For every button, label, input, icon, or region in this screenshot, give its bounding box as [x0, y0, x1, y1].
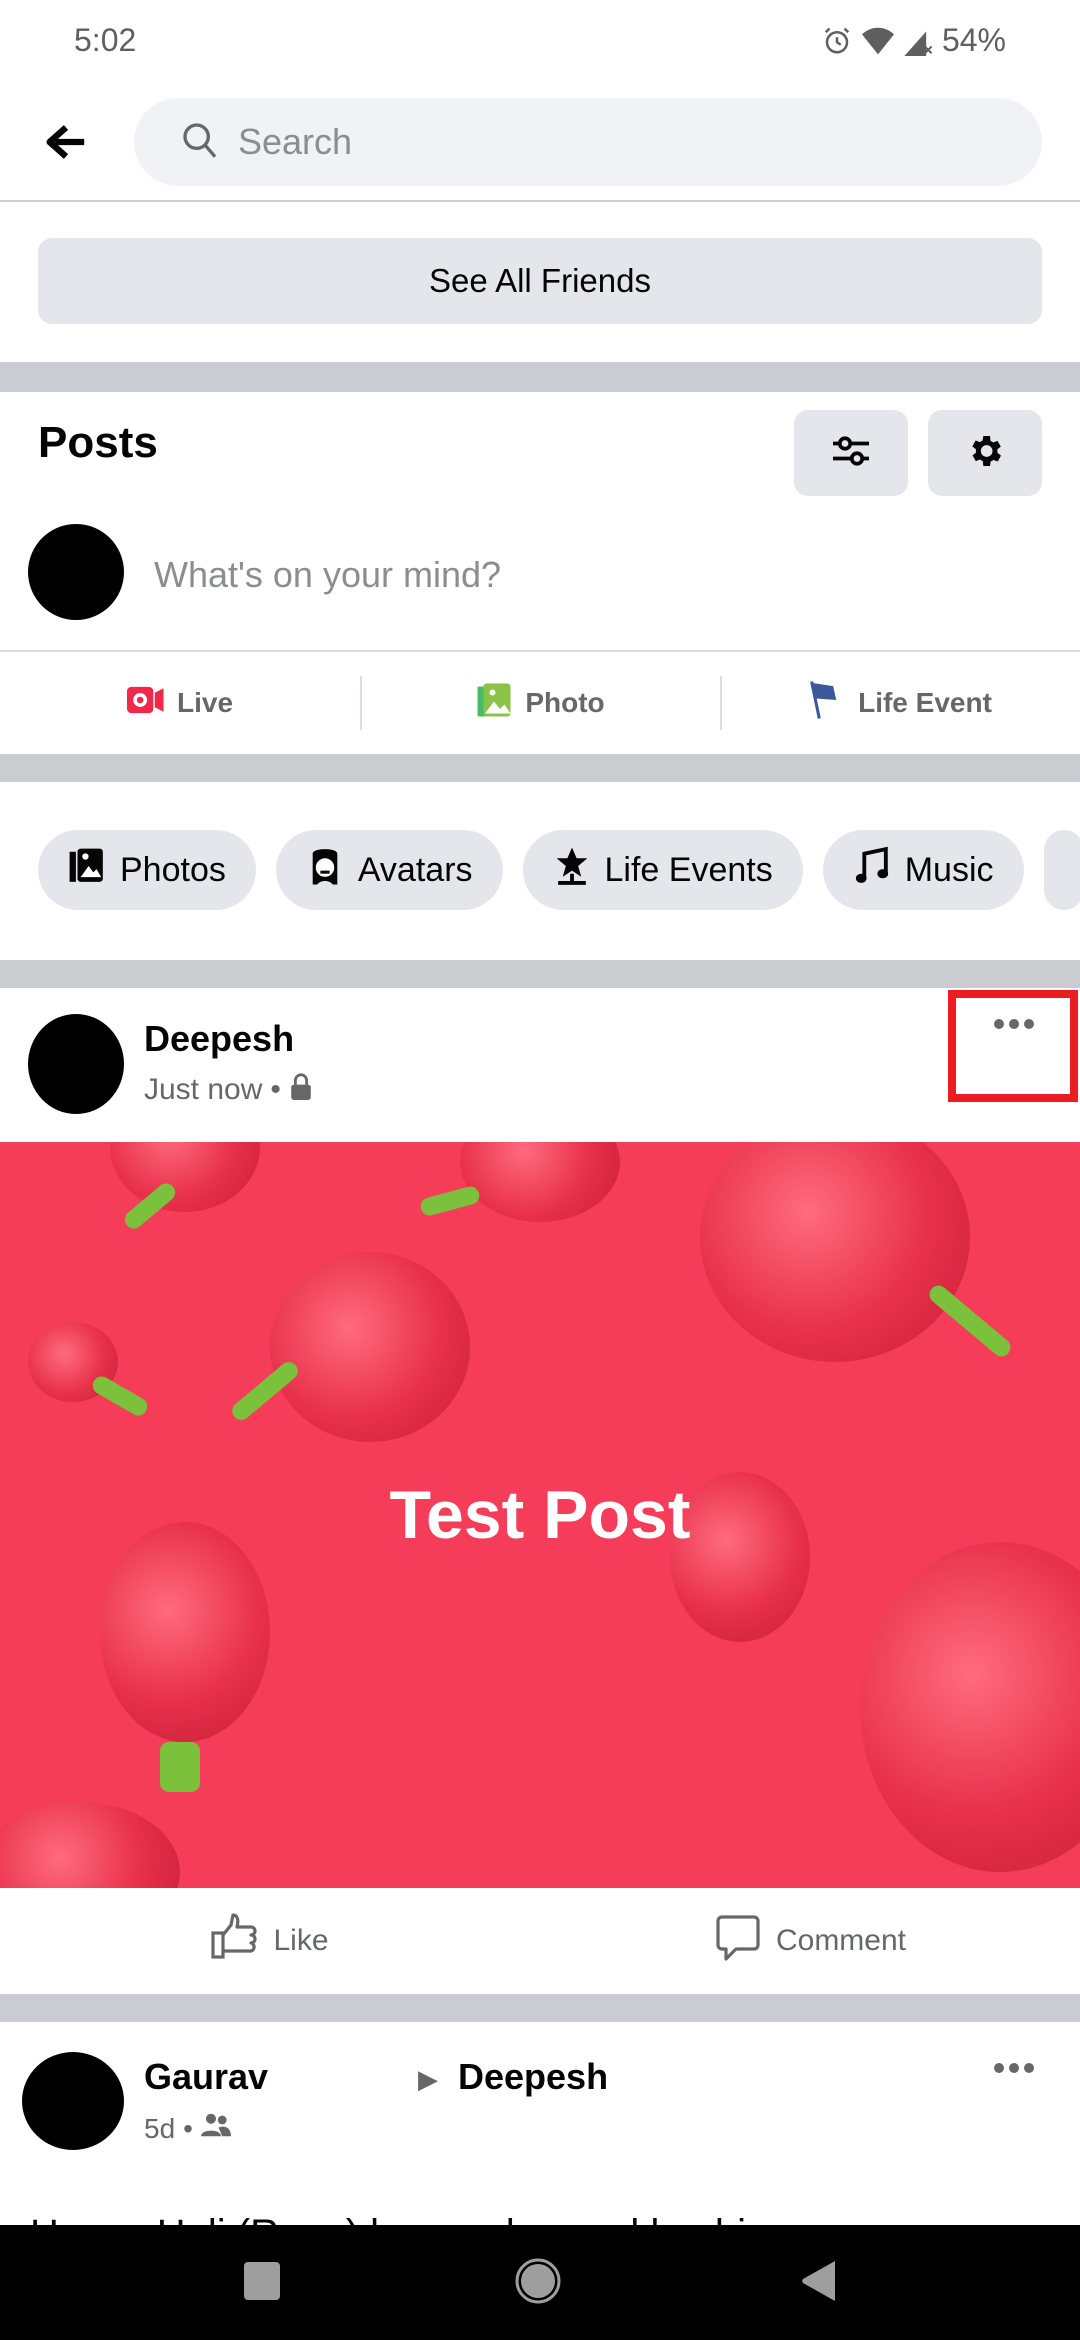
- life-event-label: Life Event: [858, 687, 992, 718]
- triangle-back-icon: [801, 2260, 835, 2306]
- chip-label: Life Events: [604, 850, 773, 889]
- gear-icon: [965, 431, 1005, 476]
- music-note-icon: [853, 846, 891, 895]
- like-button[interactable]: Like: [0, 1888, 540, 1994]
- chip-photos[interactable]: Photos: [38, 830, 256, 910]
- section-divider: [0, 960, 1080, 988]
- section-divider: [0, 362, 1080, 392]
- rose-decoration: [270, 1252, 470, 1442]
- author-avatar[interactable]: [28, 1014, 124, 1114]
- filter-posts-button[interactable]: [794, 410, 908, 496]
- avatar-icon: [306, 846, 344, 895]
- highlight-annotation: [948, 990, 1078, 1102]
- post-time[interactable]: 5d: [144, 2113, 175, 2145]
- rose-decoration: [0, 1802, 180, 1888]
- chip-label: Avatars: [357, 850, 473, 889]
- live-label: Live: [176, 687, 234, 718]
- live-button[interactable]: Live: [0, 652, 360, 754]
- author-avatar[interactable]: [22, 2052, 124, 2150]
- post-meta: Just now •: [144, 1072, 313, 1108]
- post-author[interactable]: Deepesh: [144, 1018, 294, 1060]
- post-meta: 5d •: [144, 2112, 231, 2145]
- status-bar: 5:02 54%: [0, 0, 1080, 80]
- system-back-button[interactable]: [796, 2260, 840, 2306]
- arrow-left-icon: [44, 122, 88, 167]
- see-all-friends-button[interactable]: See All Friends: [38, 238, 1042, 324]
- search-icon: [180, 120, 220, 165]
- photo-label: Photo: [525, 687, 605, 718]
- thumbs-up-icon: [211, 1913, 259, 1969]
- home-button[interactable]: [515, 2258, 561, 2305]
- post-actions: Like Comment: [0, 1888, 1080, 1994]
- composer-placeholder[interactable]: What's on your mind?: [154, 554, 501, 596]
- post-header: Deepesh Just now •: [0, 988, 1080, 1142]
- composer-actions: Live Photo Life Event: [0, 650, 1080, 754]
- rose-decoration: [860, 1542, 1080, 1872]
- meta-dot: •: [183, 2112, 193, 2144]
- rose-decoration: [100, 1522, 270, 1742]
- more-horizontal-icon: [993, 2061, 1035, 2079]
- post-composer[interactable]: What's on your mind?: [0, 520, 1080, 650]
- chip-label: Music: [904, 850, 994, 889]
- profile-chips: Photos Avatars Life Events Music: [38, 830, 1080, 910]
- flag-icon: [808, 680, 846, 727]
- chip-more[interactable]: [1043, 830, 1080, 910]
- battery-percent: 54%: [941, 22, 1006, 58]
- wifi-icon: [861, 26, 894, 56]
- post-author[interactable]: Gaurav: [144, 2056, 268, 2098]
- post-image[interactable]: Test Post: [0, 1142, 1080, 1888]
- lock-icon: [289, 1072, 313, 1108]
- leaf-decoration: [925, 1281, 1015, 1361]
- chip-life-events[interactable]: Life Events: [522, 830, 803, 910]
- comment-button[interactable]: Comment: [540, 1888, 1080, 1994]
- post-target[interactable]: Deepesh: [458, 2056, 608, 2098]
- post-item: Gaurav ▶ Deepesh 5d • Happy Holi (Rang) …: [0, 2022, 1080, 2256]
- comment-label: Comment: [775, 1924, 907, 1957]
- leaf-decoration: [418, 1184, 482, 1218]
- system-nav-bar: [0, 2225, 1080, 2340]
- status-time: 5:02: [74, 22, 137, 58]
- chip-avatars[interactable]: Avatars: [275, 830, 503, 910]
- status-icons: 54%: [822, 22, 1006, 59]
- post-image-text: Test Post: [389, 1477, 691, 1553]
- posts-title: Posts: [38, 418, 158, 467]
- signal-no-data-icon: [904, 26, 932, 56]
- live-video-icon: [126, 685, 165, 722]
- rose-decoration: [700, 1142, 970, 1362]
- meta-dot: •: [270, 1073, 281, 1106]
- chip-label: Photos: [120, 850, 226, 889]
- post-time[interactable]: Just now: [144, 1073, 262, 1107]
- section-divider: [0, 1994, 1080, 2022]
- leaf-decoration: [160, 1742, 200, 1792]
- search-input[interactable]: [238, 121, 938, 163]
- photo-icon: [475, 682, 513, 725]
- sliders-icon: [830, 433, 872, 474]
- chip-music[interactable]: Music: [822, 830, 1024, 910]
- recents-button[interactable]: [240, 2261, 284, 2305]
- life-event-button[interactable]: Life Event: [720, 652, 1080, 754]
- rose-decoration: [110, 1142, 260, 1212]
- friends-icon: [200, 2112, 231, 2145]
- post-settings-button[interactable]: [928, 410, 1042, 496]
- circle-icon: [515, 2258, 561, 2309]
- like-label: Like: [273, 1924, 329, 1957]
- search-box[interactable]: [134, 98, 1042, 186]
- life-event-star-icon: [553, 846, 591, 895]
- caret-right-icon: ▶: [418, 2064, 438, 2094]
- photos-icon: [68, 847, 106, 894]
- search-header: [0, 98, 1080, 202]
- section-divider: [0, 754, 1080, 782]
- photo-button[interactable]: Photo: [360, 652, 720, 754]
- post-more-options-button[interactable]: [984, 2050, 1044, 2090]
- square-icon: [244, 2261, 280, 2305]
- alarm-icon: [822, 26, 852, 56]
- leaf-decoration: [89, 1373, 151, 1419]
- user-avatar[interactable]: [28, 524, 124, 620]
- comment-icon: [714, 1913, 762, 1969]
- back-button[interactable]: [40, 118, 92, 170]
- rose-decoration: [460, 1142, 620, 1222]
